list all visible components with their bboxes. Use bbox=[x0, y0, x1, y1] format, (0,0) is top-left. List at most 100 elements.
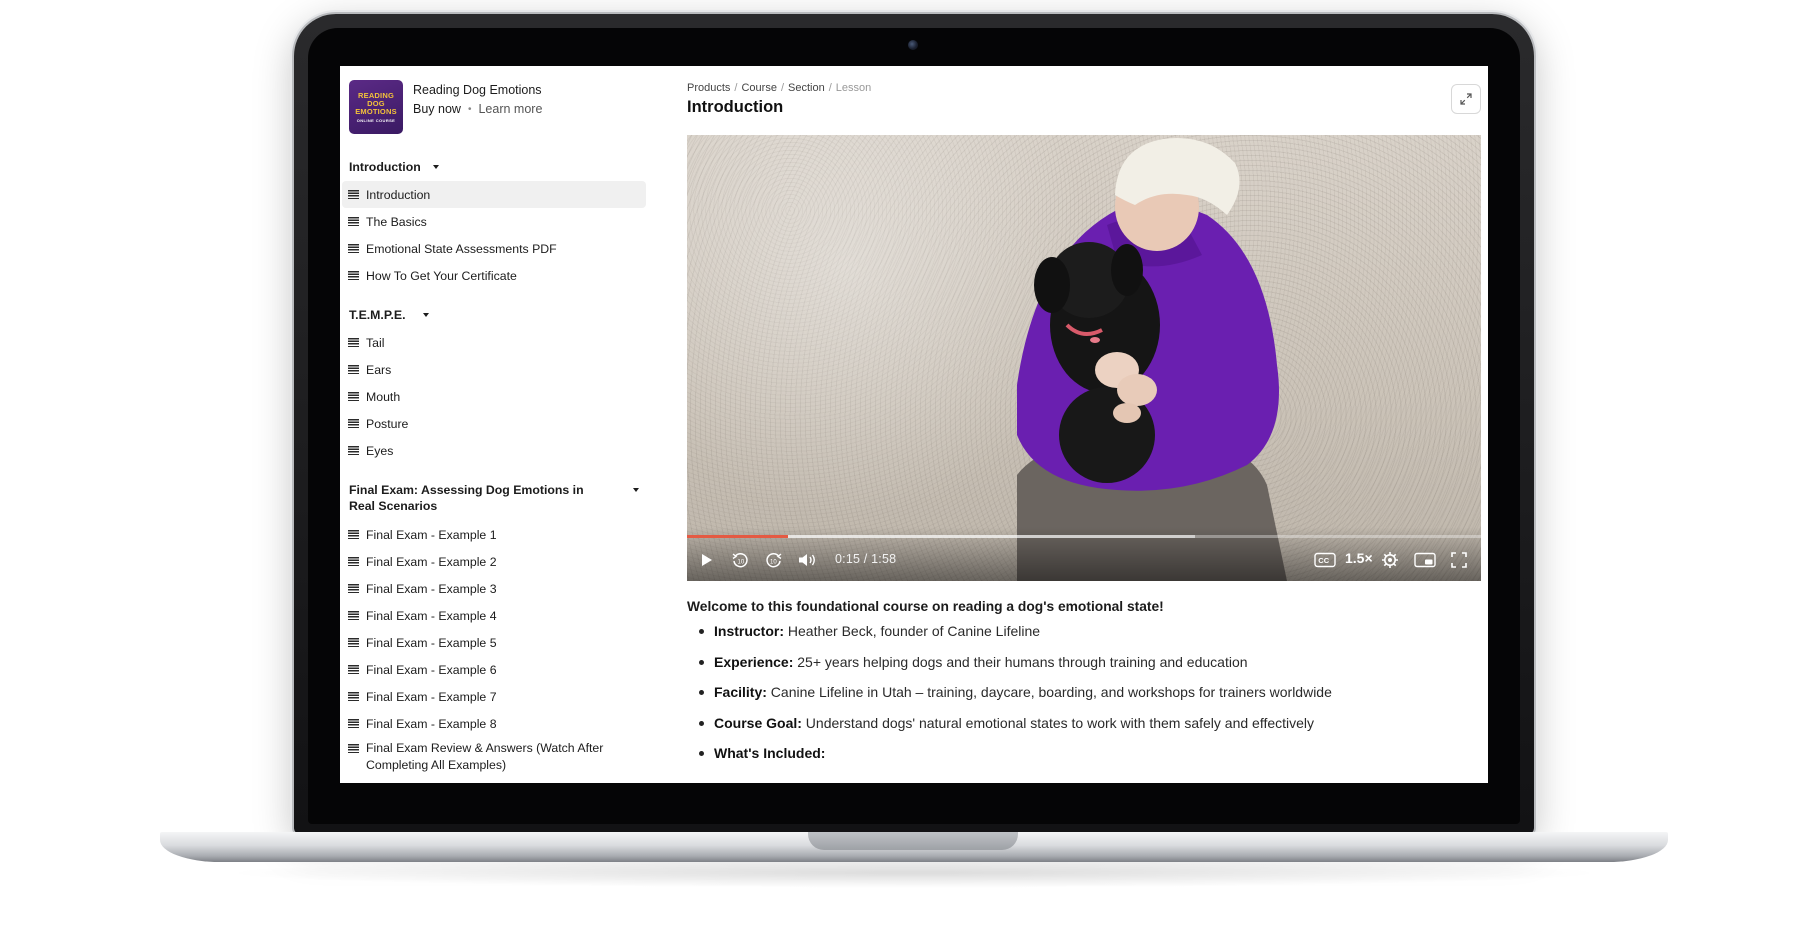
section-header-tempe[interactable]: T.E.M.P.E. bbox=[349, 307, 429, 323]
lesson-item[interactable]: Eyes bbox=[342, 437, 646, 464]
item-text: Heather Beck, founder of Canine Lifeline bbox=[784, 623, 1041, 639]
lesson-label: Mouth bbox=[366, 389, 401, 404]
lesson-item[interactable]: Final Exam - Example 4 bbox=[342, 602, 646, 629]
buy-now-link[interactable]: Buy now bbox=[413, 102, 461, 116]
lesson-label: Posture bbox=[366, 416, 409, 431]
forward-button[interactable]: 10 bbox=[765, 551, 783, 569]
webcam bbox=[908, 40, 918, 50]
lesson-label: Tail bbox=[366, 335, 385, 350]
lesson-text-icon bbox=[348, 365, 359, 374]
lesson-text-icon bbox=[348, 692, 359, 701]
lesson-label: Final Exam - Example 2 bbox=[366, 554, 497, 569]
volume-button[interactable] bbox=[798, 551, 818, 569]
caret-down-icon bbox=[433, 165, 439, 169]
lesson-item[interactable]: Ears bbox=[342, 356, 646, 383]
lesson-label: Final Exam - Example 6 bbox=[366, 662, 497, 677]
lesson-text-icon bbox=[348, 611, 359, 620]
item-text: 25+ years helping dogs and their humans … bbox=[793, 653, 1248, 670]
product-links: Buy now • Learn more bbox=[413, 102, 542, 116]
breadcrumb-products[interactable]: Products bbox=[687, 82, 730, 94]
breadcrumb-separator: / bbox=[734, 82, 738, 94]
lesson-label: Ears bbox=[366, 362, 392, 377]
item-label: Instructor: bbox=[714, 623, 784, 639]
lesson-label: How To Get Your Certificate bbox=[366, 268, 517, 283]
lesson-item[interactable]: Final Exam - Example 3 bbox=[342, 575, 646, 602]
video-player[interactable]: 10 10 0:15 / 1:58 CC 1.5× bbox=[687, 135, 1481, 581]
lesson-text-icon bbox=[348, 744, 359, 753]
lesson-item[interactable]: Final Exam Review & Answers (Watch After… bbox=[342, 738, 646, 776]
item-label: What's Included: bbox=[714, 745, 826, 761]
lesson-description: Welcome to this foundational course on r… bbox=[687, 599, 1477, 775]
lesson-text-icon bbox=[348, 419, 359, 428]
lesson-item[interactable]: Mouth bbox=[342, 383, 646, 410]
list-item: Facility: Canine Lifeline in Utah – trai… bbox=[687, 683, 1477, 714]
lesson-item[interactable]: Introduction bbox=[342, 181, 646, 208]
thumb-sub: ONLINE COURSE bbox=[356, 117, 396, 123]
learn-more-link[interactable]: Learn more bbox=[478, 102, 542, 116]
section-title: Final Exam: Assessing Dog Emotions in Re… bbox=[349, 483, 584, 513]
lesson-item[interactable]: Final Exam - Example 6 bbox=[342, 656, 646, 683]
playback-speed-button[interactable]: 1.5× bbox=[1345, 550, 1373, 566]
lesson-label: Final Exam - Example 3 bbox=[366, 581, 497, 596]
section-header-introduction[interactable]: Introduction bbox=[349, 159, 439, 175]
settings-button[interactable] bbox=[1381, 551, 1399, 569]
lesson-item[interactable]: Final Exam - Example 7 bbox=[342, 683, 646, 710]
item-label: Course Goal: bbox=[714, 714, 802, 731]
lesson-label: Emotional State Assessments PDF bbox=[366, 241, 557, 256]
breadcrumb: Products / Course / Section / Lesson bbox=[687, 82, 871, 94]
expand-icon bbox=[1460, 93, 1472, 105]
section-title: T.E.M.P.E. bbox=[349, 308, 406, 322]
rewind-10-icon: 10 bbox=[732, 552, 748, 568]
lesson-item[interactable]: Final Exam - Example 8 bbox=[342, 710, 646, 737]
section-header-final-exam[interactable]: Final Exam: Assessing Dog Emotions in Re… bbox=[349, 482, 639, 514]
lesson-item[interactable]: How To Get Your Certificate bbox=[342, 262, 646, 289]
product-thumbnail[interactable]: READING DOG EMOTIONS ONLINE COURSE bbox=[349, 80, 403, 134]
cc-icon: CC bbox=[1314, 552, 1336, 568]
volume-icon bbox=[799, 554, 815, 566]
lesson-text-icon bbox=[348, 338, 359, 347]
lesson-item[interactable]: Posture bbox=[342, 410, 646, 437]
fullscreen-button[interactable] bbox=[1450, 551, 1468, 569]
lesson-item[interactable]: Final Exam - Example 5 bbox=[342, 629, 646, 656]
lesson-item[interactable]: Emotional State Assessments PDF bbox=[342, 235, 646, 262]
lesson-text-icon bbox=[348, 557, 359, 566]
lesson-label: Final Exam - Example 8 bbox=[366, 716, 497, 731]
thumb-line: EMOTIONS bbox=[355, 106, 397, 116]
lesson-text-icon bbox=[348, 190, 359, 199]
lesson-label: Final Exam - Example 7 bbox=[366, 689, 497, 704]
description-heading: Welcome to this foundational course on r… bbox=[687, 599, 1164, 614]
time-display: 0:15 / 1:58 bbox=[835, 552, 897, 566]
laptop-shadow bbox=[220, 858, 1608, 888]
fullscreen-icon bbox=[1451, 552, 1467, 568]
lesson-text-icon bbox=[348, 217, 359, 226]
breadcrumb-section[interactable]: Section bbox=[788, 82, 825, 94]
lesson-text-icon bbox=[348, 530, 359, 539]
pip-button[interactable] bbox=[1414, 551, 1436, 569]
lesson-main: Products / Course / Section / Lesson Introduct… bbox=[687, 66, 1488, 783]
item-text: Understand dogs' natural emotional state… bbox=[801, 714, 1315, 731]
svg-text:CC: CC bbox=[1318, 556, 1329, 565]
lesson-text-icon bbox=[348, 638, 359, 647]
lesson-item[interactable]: The Basics bbox=[342, 208, 646, 235]
lesson-text-icon bbox=[348, 271, 359, 280]
lesson-label: Introduction bbox=[366, 187, 431, 202]
lesson-item[interactable]: Final Exam - Example 2 bbox=[342, 548, 646, 575]
expand-button[interactable] bbox=[1451, 84, 1481, 114]
lesson-item[interactable]: Final Exam - Example 1 bbox=[342, 521, 646, 548]
progress-bar[interactable] bbox=[687, 535, 1481, 538]
list-item: Instructor: Heather Beck, founder of Can… bbox=[687, 622, 1477, 653]
lesson-label: Eyes bbox=[366, 443, 394, 458]
captions-button[interactable]: CC bbox=[1314, 551, 1336, 569]
lesson-text-icon bbox=[348, 665, 359, 674]
rewind-button[interactable]: 10 bbox=[731, 551, 749, 569]
screen: READING DOG EMOTIONS ONLINE COURSE Readi… bbox=[340, 66, 1488, 783]
laptop-base-notch bbox=[808, 832, 1018, 850]
list-item: Experience: 25+ years helping dogs and t… bbox=[687, 653, 1477, 684]
lesson-item[interactable]: Tail bbox=[342, 329, 646, 356]
breadcrumb-course[interactable]: Course bbox=[741, 82, 776, 94]
svg-text:10: 10 bbox=[738, 560, 745, 566]
lesson-label: Final Exam - Example 5 bbox=[366, 635, 497, 650]
lesson-text-icon bbox=[348, 392, 359, 401]
play-button[interactable] bbox=[699, 551, 715, 569]
caret-down-icon bbox=[423, 313, 429, 317]
